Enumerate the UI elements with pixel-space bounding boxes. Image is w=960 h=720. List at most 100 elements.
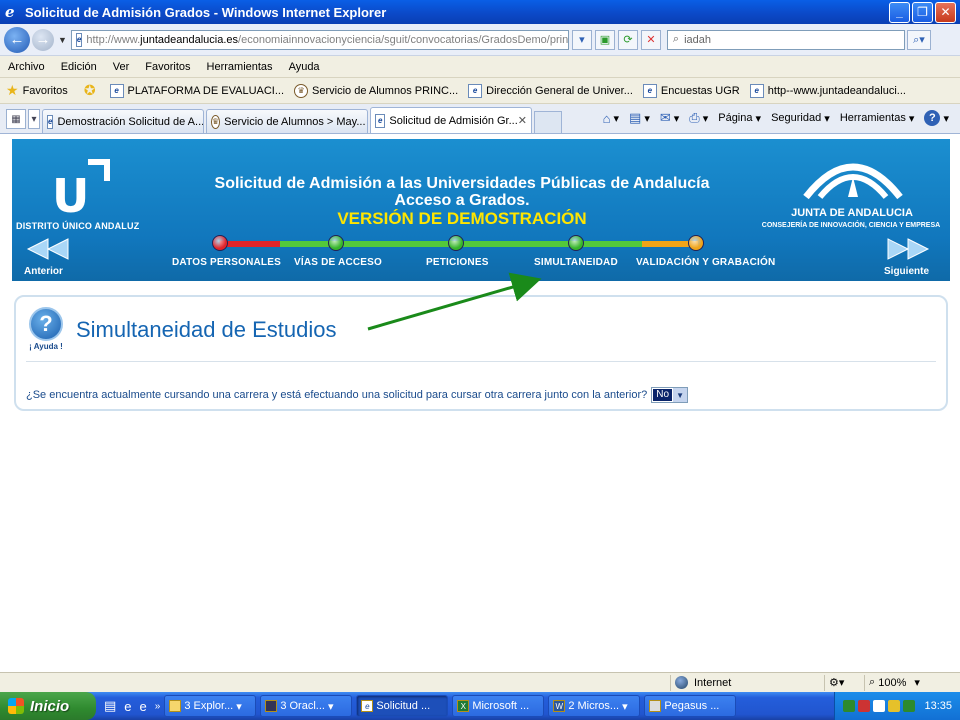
taskbar-item-solicitud[interactable]: e Solicitud ... bbox=[356, 695, 449, 717]
back-button[interactable]: ← bbox=[4, 26, 30, 53]
refresh-button[interactable]: ⟳ bbox=[617, 29, 638, 50]
maximize-button[interactable]: ❐ bbox=[912, 1, 933, 23]
feeds-button[interactable]: ▤ ▾ bbox=[629, 110, 650, 126]
start-button[interactable]: Inicio bbox=[0, 692, 96, 720]
menu-ayuda[interactable]: Ayuda bbox=[289, 61, 320, 73]
tab-solicitud-admision[interactable]: e Solicitud de Admisión Gr... ✕ bbox=[370, 107, 532, 133]
add-favorite-button[interactable]: ✪ bbox=[78, 82, 100, 99]
pegasus-icon bbox=[649, 700, 662, 712]
menu-archivo[interactable]: Archivo bbox=[8, 61, 45, 73]
clock: 13:35 bbox=[924, 700, 952, 712]
favorites-button[interactable]: ★ Favoritos bbox=[0, 82, 68, 99]
zoom-icon: ⌕ bbox=[869, 676, 879, 688]
chevron-down-icon[interactable]: ▼ bbox=[673, 388, 688, 402]
tab-demostracion[interactable]: e Demostración Solicitud de A... bbox=[42, 109, 204, 133]
step-dot-vias-acceso[interactable] bbox=[328, 235, 344, 251]
tab-close-icon[interactable]: ✕ bbox=[518, 114, 527, 127]
tray-update-icon[interactable] bbox=[888, 700, 901, 712]
double-arrow-right-icon bbox=[887, 238, 930, 260]
taskbar-item-pegasus[interactable]: Pegasus ... bbox=[644, 695, 737, 717]
mail-button[interactable]: ✉ ▾ bbox=[660, 110, 679, 126]
search-go-button[interactable]: ⌕▾ bbox=[906, 29, 931, 50]
quick-tabs-icon[interactable]: ▦ bbox=[6, 109, 26, 129]
step-dot-peticiones[interactable] bbox=[448, 235, 464, 251]
favorite-link-plataforma[interactable]: e PLATAFORMA DE EVALUACI... bbox=[109, 83, 284, 98]
zoom-dropdown-icon: ▾ bbox=[914, 677, 920, 689]
previous-button[interactable]: Anterior bbox=[24, 237, 72, 277]
step-label-validacion[interactable]: VALIDACIÓN Y GRABACIÓN bbox=[636, 257, 775, 268]
task-label: 3 Explor... bbox=[184, 700, 234, 712]
security-zone[interactable]: Internet bbox=[670, 674, 824, 691]
quicklaunch-more-icon[interactable]: » bbox=[155, 701, 161, 712]
new-tab-button[interactable] bbox=[534, 111, 562, 133]
step-label-datos-personales[interactable]: DATOS PERSONALES bbox=[172, 257, 281, 268]
taskbar-item-oracle[interactable]: 3 Oracl... ▾ bbox=[260, 695, 353, 717]
address-dropdown-button[interactable]: ▾ bbox=[571, 29, 592, 50]
simultaneity-select-value: No bbox=[653, 389, 673, 401]
help-widget[interactable]: ? ¡ Ayuda ! bbox=[26, 307, 66, 351]
tray-app-icon[interactable] bbox=[843, 700, 856, 712]
quicklaunch-ie-icon[interactable]: e bbox=[124, 699, 131, 714]
help-label: ¡ Ayuda ! bbox=[29, 342, 63, 351]
minimize-button[interactable]: _ bbox=[889, 1, 910, 23]
junta-andalucia-label: JUNTA DE ANDALUCIA bbox=[791, 207, 913, 219]
step-label-peticiones[interactable]: PETICIONES bbox=[426, 257, 489, 268]
header-banner: U DISTRITO ÚNICO ANDALUZ Solicitud de Ad… bbox=[12, 139, 950, 281]
tab-label: Demostración Solicitud de A... bbox=[57, 115, 204, 128]
tab-list-dropdown-icon[interactable]: ▾ bbox=[28, 109, 40, 129]
address-input[interactable]: e http://www. juntadeandalucia.es/economi… bbox=[70, 29, 569, 50]
print-button[interactable]: ⎙ ▾ bbox=[689, 110, 708, 126]
compatibility-icon[interactable]: ▣ bbox=[594, 29, 615, 50]
protected-mode-icon[interactable]: ⚙▾ bbox=[824, 674, 864, 691]
search-input[interactable]: ⌕ iadah bbox=[666, 29, 905, 50]
home-button[interactable]: ⌂ ▾ bbox=[603, 111, 619, 126]
history-dropdown-icon[interactable]: ▼ bbox=[58, 35, 67, 45]
help-button[interactable]: ? ▾ bbox=[924, 110, 949, 126]
page-menu[interactable]: Página ▾ bbox=[718, 112, 761, 125]
taskbar-item-excel[interactable]: X Microsoft ... bbox=[452, 695, 545, 717]
logo-arrow-icon bbox=[88, 159, 110, 181]
stop-button[interactable]: ✕ bbox=[640, 29, 661, 50]
menu-edicion[interactable]: Edición bbox=[61, 61, 97, 73]
step-dot-simultaneidad[interactable] bbox=[568, 235, 584, 251]
distrito-unico-label: DISTRITO ÚNICO ANDALUZ bbox=[16, 221, 140, 231]
home-icon: ⌂ bbox=[602, 110, 611, 126]
window-title-bar: e Solicitud de Admisión Grados - Windows… bbox=[0, 0, 960, 24]
favorite-link-encuestas[interactable]: e Encuestas UGR bbox=[642, 83, 740, 98]
tray-antivirus-icon[interactable] bbox=[858, 700, 871, 712]
menu-bar: Archivo Edición Ver Favoritos Herramient… bbox=[0, 56, 960, 78]
quicklaunch-ie2-icon[interactable]: e bbox=[140, 699, 147, 714]
menu-ver[interactable]: Ver bbox=[113, 61, 130, 73]
tab-servicio-alumnos[interactable]: ♛ Servicio de Alumnos > May... bbox=[206, 109, 368, 133]
demo-version-label: VERSIÓN DE DEMOSTRACIÓN bbox=[337, 209, 587, 228]
tools-menu[interactable]: Herramientas ▾ bbox=[840, 112, 915, 125]
mail-icon: ✉ bbox=[659, 110, 671, 125]
quicklaunch-desktop-icon[interactable]: ▤ bbox=[104, 698, 116, 714]
close-button[interactable]: ✕ bbox=[935, 1, 956, 23]
menu-favoritos[interactable]: Favoritos bbox=[145, 61, 190, 73]
page-icon: e bbox=[642, 83, 657, 98]
favorite-link-servicio-alumnos[interactable]: ♛ Servicio de Alumnos PRINC... bbox=[294, 83, 458, 98]
menu-herramientas[interactable]: Herramientas bbox=[207, 61, 273, 73]
favorite-link-direccion-general[interactable]: e Dirección General de Univer... bbox=[468, 83, 633, 98]
step-label-simultaneidad[interactable]: SIMULTANEIDAD bbox=[534, 257, 618, 268]
page-content: U DISTRITO ÚNICO ANDALUZ Solicitud de Ad… bbox=[0, 135, 960, 663]
taskbar-item-word[interactable]: W2 Micros... ▾ bbox=[548, 695, 641, 717]
taskbar-item-explorer[interactable]: 3 Explor... ▾ bbox=[164, 695, 257, 717]
security-menu[interactable]: Seguridad ▾ bbox=[771, 112, 830, 125]
task-label: Solicitud ... bbox=[376, 700, 431, 712]
university-crest-icon: ♛ bbox=[294, 83, 309, 98]
simultaneity-select[interactable]: No ▼ bbox=[651, 387, 689, 403]
tray-network-icon[interactable] bbox=[873, 700, 886, 712]
step-label-vias-acceso[interactable]: VÍAS DE ACCESO bbox=[294, 257, 382, 268]
page-menu-label: Página bbox=[718, 112, 753, 124]
zoom-control[interactable]: ⌕ 100% ▾ bbox=[864, 674, 944, 691]
step-dot-datos-personales[interactable] bbox=[212, 235, 228, 251]
forward-button[interactable]: → bbox=[32, 28, 54, 51]
favorite-link-junta[interactable]: e http--www.juntadeandaluci... bbox=[749, 83, 906, 98]
tray-security-icon[interactable] bbox=[903, 700, 916, 712]
next-button[interactable]: Siguiente bbox=[884, 237, 932, 277]
favorites-bar: ★ Favoritos ✪ e PLATAFORMA DE EVALUACI..… bbox=[0, 78, 960, 104]
university-crest-icon: ♛ bbox=[211, 114, 221, 129]
step-dot-validacion[interactable] bbox=[688, 235, 704, 251]
